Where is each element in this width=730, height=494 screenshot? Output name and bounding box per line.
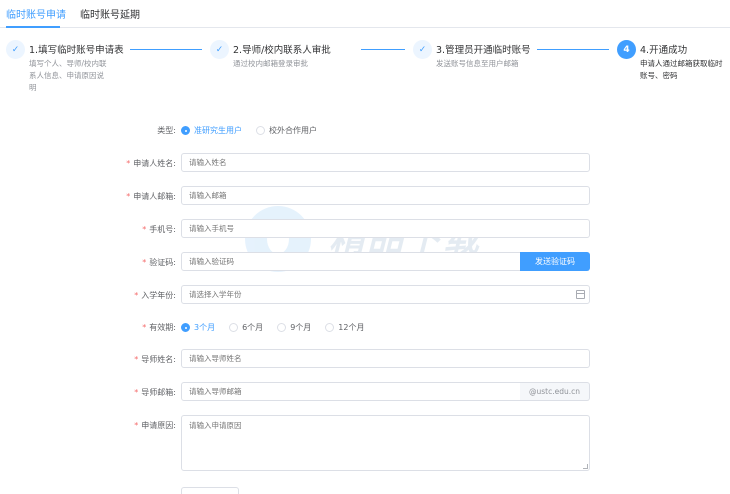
tab-bar: 临时账号申请 临时账号延期 <box>0 0 730 28</box>
step-3-title: 3.管理员开通临时账号 <box>436 45 531 56</box>
enroll-year-picker[interactable] <box>181 285 590 304</box>
step-connector <box>361 49 405 50</box>
step-2-desc: 通过校内邮箱登录审批 <box>233 59 308 68</box>
applicant-name-input[interactable] <box>181 153 590 172</box>
applicant-email-label: * 申请人邮箱: <box>126 192 176 201</box>
tab-temp-account-apply[interactable]: 临时账号申请 <box>6 6 66 21</box>
radio-9-months[interactable]: 9个月 <box>277 322 311 333</box>
radio-dot <box>181 126 190 135</box>
radio-external-partner[interactable]: 校外合作用户 <box>256 125 317 136</box>
applicant-name-label: * 申请人姓名: <box>126 159 176 168</box>
check-icon: ✓ <box>413 40 432 59</box>
advisor-email-input[interactable] <box>181 382 521 401</box>
reason-textarea[interactable] <box>181 415 590 471</box>
validity-radio-group: 3个月 6个月 9个月 12个月 <box>181 322 378 333</box>
step-3-desc: 发送账号信息至用户邮箱 <box>436 59 519 68</box>
type-label: 类型: <box>157 126 176 135</box>
type-radio-group: 准研究生用户 校外合作用户 <box>181 125 331 136</box>
advisor-name-input[interactable] <box>181 349 590 368</box>
advisor-email-label: * 导师邮箱: <box>134 388 176 397</box>
radio-dot <box>256 126 265 135</box>
code-label: * 验证码: <box>142 258 176 267</box>
radio-dot <box>181 323 190 332</box>
step-1-desc: 填写个人、导师/校内联系人信息、申请原因说明 <box>29 59 107 92</box>
advisor-name-label: * 导师姓名: <box>134 355 176 364</box>
reason-label: * 申请原因: <box>134 421 176 430</box>
enroll-year-label: * 入学年份: <box>134 291 176 300</box>
send-code-button[interactable]: 发送验证码 <box>520 252 590 271</box>
check-icon: ✓ <box>210 40 229 59</box>
email-domain-suffix: @ustc.edu.cn <box>520 382 590 401</box>
radio-grad-student[interactable]: 准研究生用户 <box>181 125 242 136</box>
step-4-title: 4.开通成功 <box>640 45 688 56</box>
step-2-title: 2.导师/校内联系人审批 <box>233 45 331 56</box>
radio-dot <box>325 323 335 332</box>
validity-label: * 有效期: <box>142 323 176 332</box>
radio-3-months[interactable]: 3个月 <box>181 322 215 333</box>
phone-label: * 手机号: <box>142 225 176 234</box>
radio-dot <box>277 323 287 332</box>
step-4-number: 4 <box>617 40 636 59</box>
step-connector <box>537 49 609 50</box>
calendar-icon[interactable] <box>576 290 585 299</box>
next-field-partial <box>181 487 239 494</box>
step-connector <box>130 49 202 50</box>
resize-handle-icon[interactable] <box>583 464 588 469</box>
step-4-desc: 申请人通过邮箱获取临时账号、密码 <box>640 59 723 80</box>
phone-input[interactable] <box>181 219 590 238</box>
step-1-title: 1.填写临时账号申请表 <box>29 45 124 56</box>
applicant-email-input[interactable] <box>181 186 590 205</box>
tab-active-indicator <box>6 26 60 28</box>
radio-dot <box>229 323 239 332</box>
tab-temp-account-extend[interactable]: 临时账号延期 <box>80 6 140 21</box>
radio-6-months[interactable]: 6个月 <box>229 322 263 333</box>
progress-steps: ✓ 1.填写临时账号申请表 填写个人、导师/校内联系人信息、申请原因说明 ✓ 2… <box>0 38 730 98</box>
radio-12-months[interactable]: 12个月 <box>325 322 364 333</box>
check-icon: ✓ <box>6 40 25 59</box>
verification-code-input[interactable] <box>181 252 521 271</box>
